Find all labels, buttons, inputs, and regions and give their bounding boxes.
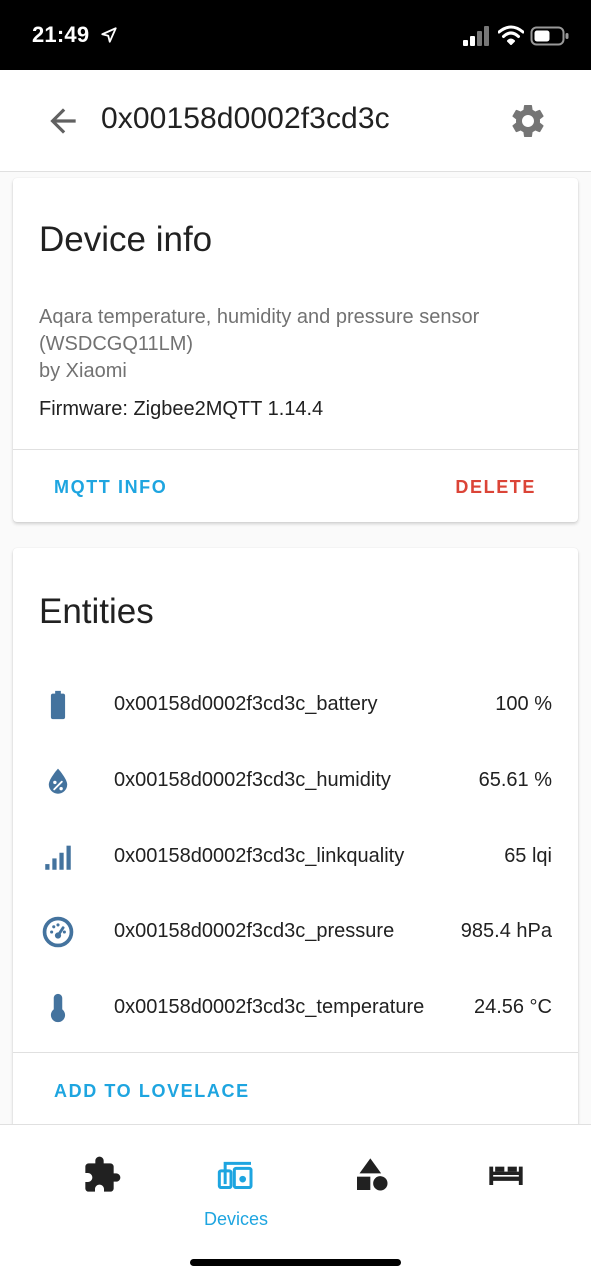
delete-button[interactable]: DELETE <box>455 477 536 498</box>
battery-icon <box>50 690 66 720</box>
nav-integrations[interactable] <box>62 1149 142 1219</box>
entities-title: Entities <box>39 592 154 631</box>
gauge-icon <box>42 916 74 948</box>
device-manufacturer: by Xiaomi <box>39 360 127 382</box>
thermometer-icon <box>50 993 66 1023</box>
water-percent-icon <box>48 768 68 794</box>
entity-value: 100 % <box>495 693 552 715</box>
entity-value: 985.4 hPa <box>460 920 552 942</box>
device-model-name: Aqara temperature, humidity and pressure… <box>39 306 480 328</box>
entity-name: 0x00158d0002f3cd3c_linkquality <box>114 845 405 867</box>
nav-devices-label: Devices <box>203 1209 269 1229</box>
add-to-lovelace-button[interactable]: ADD TO LOVELACE <box>54 1081 250 1102</box>
signal-icon <box>45 845 71 870</box>
back-arrow-icon[interactable] <box>44 102 82 140</box>
status-bar: 21:49 <box>0 0 591 70</box>
entity-value: 24.56 °C <box>473 996 552 1018</box>
device-info-card: Device info Aqara temperature, humidity … <box>13 178 578 522</box>
card-divider <box>13 449 578 450</box>
app-header: 0x00158d0002f3cd3c <box>0 70 591 172</box>
nav-rooms[interactable] <box>466 1149 546 1219</box>
cellular-signal-icon <box>463 26 489 46</box>
status-time: 21:49 <box>32 22 90 47</box>
card-divider <box>13 1052 578 1053</box>
puzzle-icon <box>85 1156 121 1192</box>
battery-status-icon <box>530 26 569 46</box>
entity-row-temperature[interactable]: 0x00158d0002f3cd3c_temperature 24.56 °C <box>13 986 578 1030</box>
bottom-navigation: Devices <box>0 1124 591 1280</box>
device-model-code: (WSDCGQ11LM) <box>39 333 194 355</box>
home-indicator[interactable] <box>190 1259 401 1266</box>
entity-row-pressure[interactable]: 0x00158d0002f3cd3c_pressure 985.4 hPa <box>13 910 578 954</box>
gear-icon[interactable] <box>508 101 548 141</box>
sofa-icon <box>489 1166 523 1185</box>
nav-areas[interactable] <box>332 1149 412 1219</box>
entity-name: 0x00158d0002f3cd3c_humidity <box>114 769 391 791</box>
device-firmware: Firmware: Zigbee2MQTT 1.14.4 <box>39 398 324 420</box>
entity-row-linkquality[interactable]: 0x00158d0002f3cd3c_linkquality 65 lqi <box>13 835 578 879</box>
mqtt-info-button[interactable]: MQTT INFO <box>54 477 167 498</box>
device-model: Aqara temperature, humidity and pressure… <box>39 304 559 385</box>
devices-icon <box>217 1161 253 1189</box>
nav-devices[interactable]: Devices <box>196 1149 276 1229</box>
entity-row-battery[interactable]: 0x00158d0002f3cd3c_battery 100 % <box>13 683 578 727</box>
entities-card: Entities 0x00158d0002f3cd3c_battery 100 … <box>13 548 578 1138</box>
entity-name: 0x00158d0002f3cd3c_temperature <box>114 996 425 1018</box>
device-info-title: Device info <box>39 220 213 259</box>
wifi-icon <box>498 25 524 45</box>
entity-name: 0x00158d0002f3cd3c_pressure <box>114 920 395 942</box>
shapes-icon <box>357 1158 388 1191</box>
location-arrow-icon <box>101 27 117 43</box>
entity-name: 0x00158d0002f3cd3c_battery <box>114 693 378 715</box>
entity-value: 65 lqi <box>504 845 552 867</box>
entity-row-humidity[interactable]: 0x00158d0002f3cd3c_humidity 65.61 % <box>13 759 578 803</box>
page-title: 0x00158d0002f3cd3c <box>101 102 390 135</box>
entity-value: 65.61 % <box>478 769 552 791</box>
